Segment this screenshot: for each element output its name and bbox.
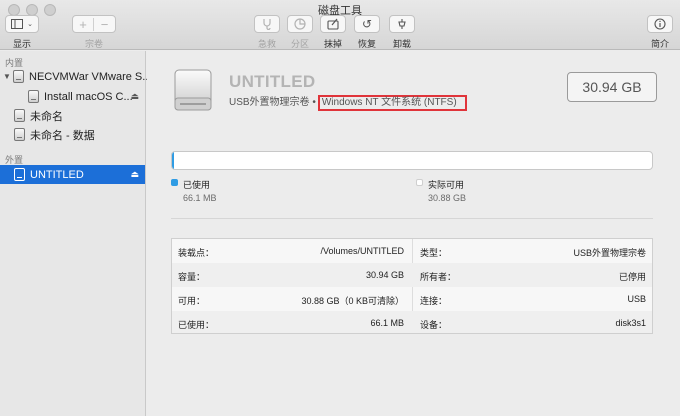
capacity-label: 容量： [178,272,206,282]
external-disk-icon [174,69,212,111]
volume-icon [14,128,25,141]
usage-bar [171,151,653,170]
sidebar-item-label: NECVMWar VMware S... [29,70,152,83]
first-aid-label: 急救 [257,39,276,49]
capacity-value: 30.94 GB [365,270,404,280]
capacity-box: 30.94 GB [567,72,657,102]
sidebar-item-untitled-data[interactable]: 未命名 - 数据 [0,125,145,144]
section-divider [171,218,653,219]
unmount-label: 卸载 [392,39,411,49]
volume-button-group: + − [72,15,116,33]
info-button[interactable] [647,15,673,33]
sidebar-item-vmware-disk[interactable]: ▼ NECVMWar VMware S... [0,67,151,86]
partition-button[interactable] [287,15,313,33]
sidebar-item-label: 未命名 [30,110,63,123]
used-legend-label: 已使用 [183,180,211,190]
free-legend-label: 实际可用 [428,180,465,190]
connection-label: 连接： [420,296,448,306]
unmount-icon [398,19,406,29]
available-label: 可用： [178,296,206,306]
info-label: 简介 [650,39,669,49]
mount-point-value: /Volumes/UNTITLED [320,246,404,256]
chevron-down-icon: ⌄ [27,20,33,28]
used-legend-swatch [171,179,178,186]
first-aid-button[interactable] [254,15,280,33]
volume-label: 宗卷 [84,39,103,49]
device-value: disk3s1 [615,318,646,328]
sidebar-item-untitled[interactable]: 未命名 [0,106,145,125]
erase-disk-icon [327,18,339,30]
used-legend-value: 66.1 MB [183,193,217,203]
restore-label: 恢复 [357,39,376,49]
table-row: 容量： 30.94 GB 所有者： 已停用 [172,263,652,287]
eject-icon[interactable]: ⏏ [130,169,139,180]
volume-kind: USB外置物理宗卷 • [229,97,316,108]
info-icon [654,18,666,30]
type-value: USB外置物理宗卷 [573,248,646,258]
erase-button[interactable] [320,15,346,33]
sidebar-toggle-icon [11,19,24,29]
table-row: 可用： 30.88 GB（0 KB可清除） 连接： USB [172,287,652,311]
stethoscope-icon [263,19,271,30]
internal-disk-icon [13,70,24,83]
sidebar-item-untitled-usb[interactable]: UNTITLED ⏏ [0,165,145,184]
owner-value: 已停用 [618,272,646,282]
volume-name: UNTITLED [229,72,316,91]
owner-label: 所有者： [420,272,457,282]
disclosure-triangle-icon[interactable]: ▼ [3,72,13,81]
view-label: 显示 [12,39,31,49]
free-legend-value: 30.88 GB [428,193,467,203]
sidebar-item-label: Install macOS C... [44,90,133,103]
erase-label: 抹掉 [323,39,342,49]
used-label: 已使用： [178,320,215,330]
pie-partition-icon [294,18,306,30]
table-row: 装载点： /Volumes/UNTITLED 类型： USB外置物理宗卷 [172,239,652,263]
unmount-button[interactable] [389,15,415,33]
sidebar-item-label: 未命名 - 数据 [30,129,95,142]
volume-icon [14,109,25,122]
usage-bar-fill [172,152,174,169]
device-label: 设备： [420,320,448,330]
sidebar: 内置 ▼ NECVMWar VMware S... Install macOS … [0,51,151,416]
remove-volume-icon[interactable]: − [94,18,115,31]
available-value: 30.88 GB（0 KB可清除） [301,296,404,306]
file-system-format: Windows NT 文件系统 (NTFS) [317,95,467,111]
volume-detail-pane: UNTITLED USB外置物理宗卷 • Windows NT 文件系统 (NTF… [147,51,680,416]
toolbar: 磁盘工具 ⌄ 显示 + − 宗卷 急救 分区 抹掉 ↺ 恢复 卸载 简介 [0,0,680,50]
volume-info-table: 装载点： /Volumes/UNTITLED 类型： USB外置物理宗卷 容量：… [171,238,653,334]
mount-point-label: 装载点： [178,248,215,258]
sidebar-item-label: UNTITLED [30,168,84,181]
partition-label: 分区 [290,39,309,49]
used-value: 66.1 MB [370,318,404,328]
table-row: 已使用： 66.1 MB 设备： disk3s1 [172,311,652,333]
view-button[interactable]: ⌄ [5,15,39,33]
add-volume-icon[interactable]: + [73,17,95,31]
type-label: 类型： [420,248,448,258]
volume-subtitle: USB外置物理宗卷 • Windows NT 文件系统 (NTFS) [229,93,467,111]
restore-button[interactable]: ↺ [354,15,380,33]
free-legend-swatch [416,179,423,186]
restore-arrow-icon: ↺ [361,17,373,31]
connection-value: USB [627,294,646,304]
volume-icon [28,90,39,103]
external-volume-icon [14,168,25,181]
eject-icon[interactable]: ⏏ [130,91,139,102]
sidebar-item-install-macos[interactable]: Install macOS C... ⏏ [0,87,145,106]
